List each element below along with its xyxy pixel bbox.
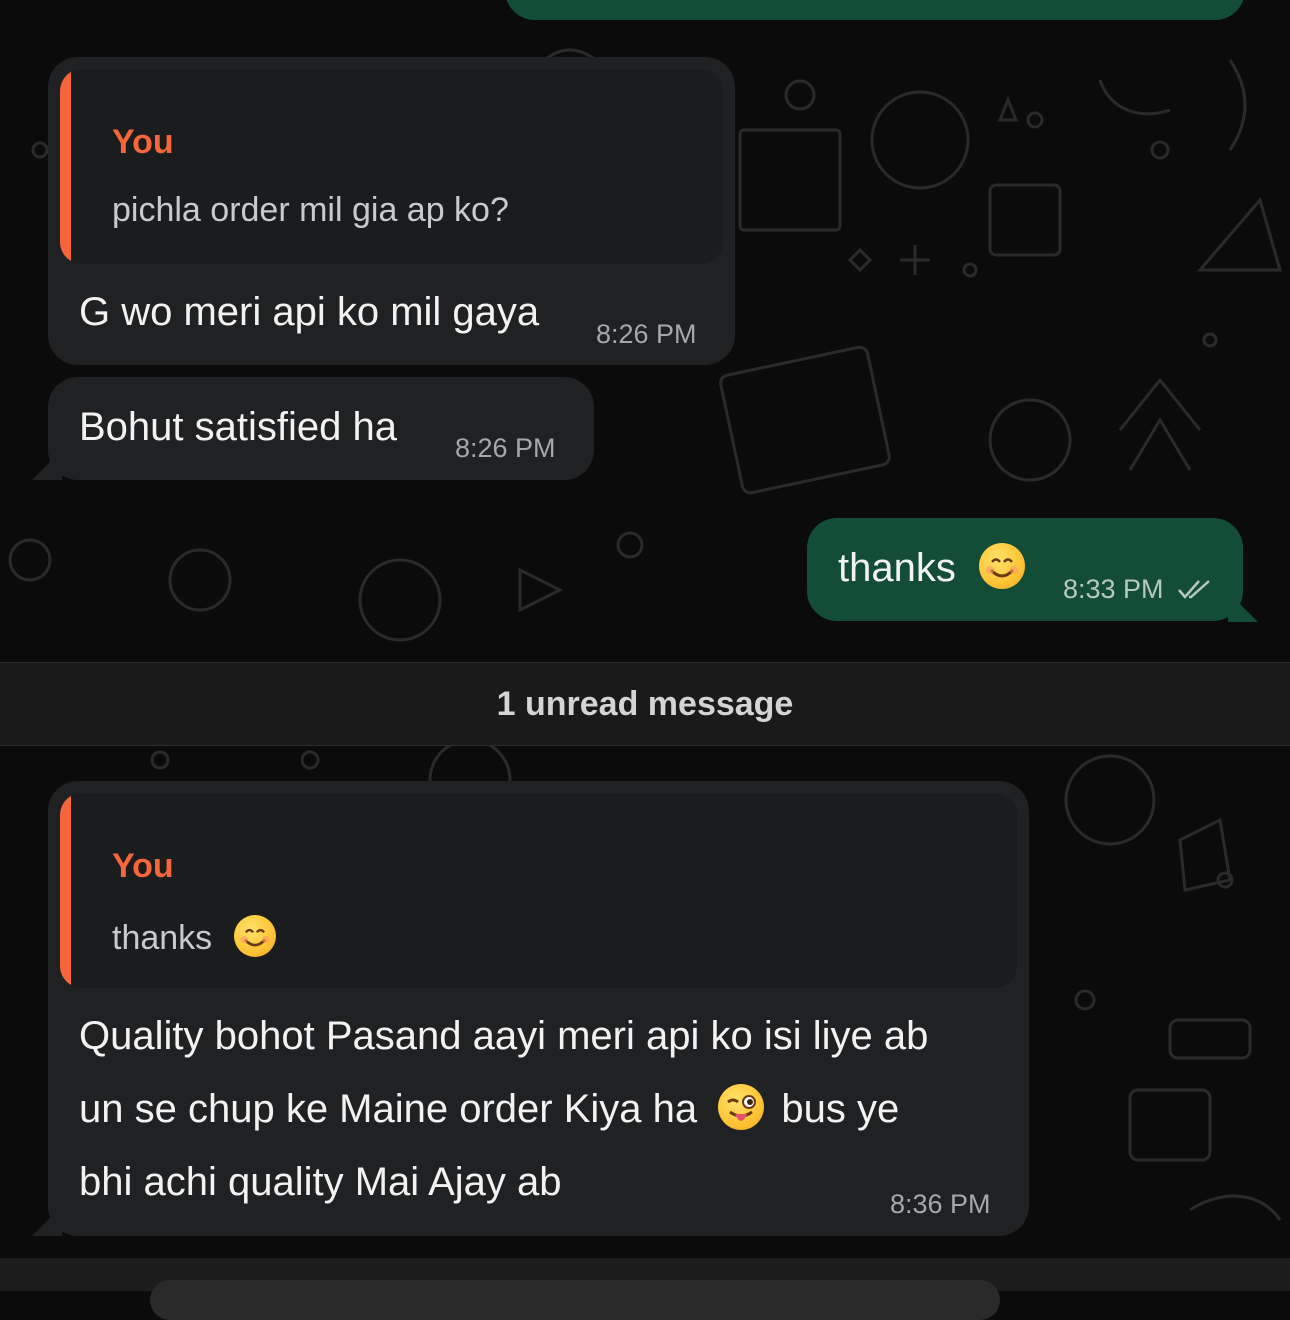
message-timestamp: 8:26 PM [596,319,697,349]
quote-text: thanks [112,915,276,958]
message-line-2-start: un se chup ke Maine order Kiya ha [79,1087,698,1131]
message-line-3: bhi achi quality Mai Ajay ab [79,1160,562,1204]
bubble-tail [32,450,62,480]
quote-author: You [112,123,174,161]
quoted-message[interactable]: You thanks [60,793,1017,988]
message-timestamp: 8:36 PM [890,1189,991,1219]
incoming-message[interactable]: Bohut satisfied ha 8:26 PM [48,377,594,480]
message-input[interactable] [150,1280,1000,1320]
quote-author: You [112,847,174,885]
message-text: Bohut satisfied ha [79,405,397,449]
outgoing-bubble-partial [505,0,1245,20]
message-timestamp: 8:26 PM [455,433,556,463]
unread-label: 1 unread message [496,685,794,723]
message-timestamp: 8:33 PM [1063,574,1164,604]
winking-tongue-emoji-icon [718,1084,765,1130]
incoming-message-reply[interactable]: You thanks Quality bohot Pasand aayi mer… [48,781,1029,1236]
message-line-1: Quality bohot Pasand aayi meri api ko is… [79,1014,929,1058]
double-check-icon [1178,580,1210,599]
incoming-message-reply[interactable]: You pichla order mil gia ap ko? G wo mer… [48,57,735,365]
message-text-content: thanks [838,546,956,590]
quote-accent-bar [60,69,71,264]
bubble-tail [1228,592,1258,622]
bubble-tail [32,1206,62,1236]
unread-divider: 1 unread message [0,662,1290,746]
quote-accent-bar [60,793,71,988]
outgoing-message[interactable]: thanks 8:33 PM [807,518,1243,621]
message-line-2: un se chup ke Maine order Kiya ha bus ye [79,1073,899,1146]
message-line-2-end: bus ye [781,1087,900,1131]
smiling-face-emoji-icon [233,915,276,957]
smiling-face-emoji-icon [978,543,1025,589]
quote-text-content: thanks [112,919,213,957]
quoted-message[interactable]: You pichla order mil gia ap ko? [60,69,723,264]
message-text: G wo meri api ko mil gaya [79,290,540,334]
quote-text: pichla order mil gia ap ko? [112,191,509,229]
message-text: thanks [838,532,1025,605]
